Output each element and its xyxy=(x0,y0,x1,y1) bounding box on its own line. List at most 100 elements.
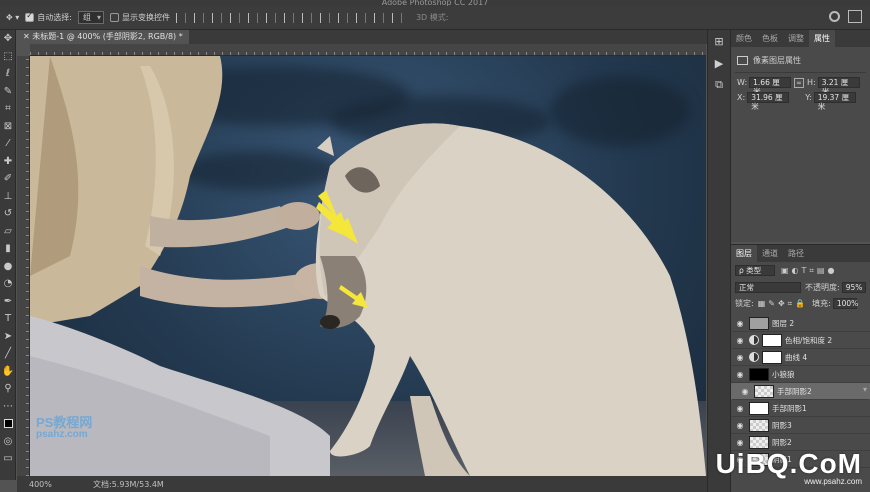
width-field[interactable]: 1.66 厘米 xyxy=(749,77,792,96)
layer-thumbnail[interactable] xyxy=(749,418,769,432)
dodge-tool-icon[interactable]: ◔ xyxy=(0,275,16,293)
visibility-eye-icon[interactable]: ◉ xyxy=(731,319,749,328)
move-tool-icon[interactable]: ✥ xyxy=(0,30,16,48)
visibility-eye-icon[interactable]: ◉ xyxy=(731,336,749,345)
shape-tool-icon[interactable]: ╱ xyxy=(0,345,16,363)
layer-name[interactable]: 小狼狼 xyxy=(772,369,795,380)
layer-name[interactable]: 手部阴影2 xyxy=(777,386,812,397)
layer-thumbnail[interactable] xyxy=(749,435,769,449)
history-brush-tool-icon[interactable]: ↺ xyxy=(0,205,16,223)
layer-row[interactable]: ◉ 色相/饱和度 2 xyxy=(731,332,870,349)
workspace-icon[interactable] xyxy=(848,10,862,23)
path-select-tool-icon[interactable]: ➤ xyxy=(0,328,16,346)
blend-mode-dropdown[interactable]: 正常 xyxy=(735,282,801,293)
x-field[interactable]: 31.96 厘米 xyxy=(747,92,790,111)
auto-select-dropdown[interactable]: 组 xyxy=(77,11,104,24)
visibility-eye-icon[interactable]: ◉ xyxy=(731,353,749,362)
height-field[interactable]: 3.21 厘米 xyxy=(817,77,860,96)
tab-swatches[interactable]: 色板 xyxy=(757,30,783,47)
screen-mode-icon[interactable]: ▭ xyxy=(0,450,16,468)
healing-brush-tool-icon[interactable]: ✚ xyxy=(0,153,16,171)
y-field[interactable]: 19.37 厘米 xyxy=(813,92,856,111)
distribute-right-icon[interactable] xyxy=(373,12,384,23)
play-actions-icon[interactable]: ▶ xyxy=(708,52,730,74)
move-tool-icon[interactable]: ✥ ▾ xyxy=(6,13,19,22)
layer-thumbnail[interactable] xyxy=(754,385,774,398)
layer-name[interactable]: 阴影2 xyxy=(772,437,792,448)
tab-properties[interactable]: 属性 xyxy=(809,30,835,47)
hand-tool-icon[interactable]: ✋ xyxy=(0,363,16,381)
lock-icons[interactable]: ▦✎✥⌗🔒 xyxy=(758,299,808,309)
clone-stamp-tool-icon[interactable]: ⊥ xyxy=(0,188,16,206)
document-size[interactable]: 文档:5.93M/53.4M xyxy=(93,479,164,490)
gradient-tool-icon[interactable]: ▮ xyxy=(0,240,16,258)
tab-channels[interactable]: 通道 xyxy=(757,245,783,262)
layer-row[interactable]: ◉ 曲线 4 xyxy=(731,349,870,366)
layer-name[interactable]: 图层 2 xyxy=(772,318,794,329)
layer-row[interactable]: ◉ 手部阴影1 xyxy=(731,400,870,417)
document-canvas[interactable] xyxy=(30,56,706,476)
eyedropper-tool-icon[interactable]: ⁄ xyxy=(0,135,16,153)
tab-layers[interactable]: 图层 xyxy=(731,245,757,262)
layer-name[interactable]: 阴影3 xyxy=(772,420,792,431)
fill-field[interactable]: 100% xyxy=(832,298,858,309)
document-tab[interactable]: ✕ 未标题-1 @ 400% (手部阴影2, RGB/8) * xyxy=(17,30,189,44)
type-tool-icon[interactable]: T xyxy=(0,310,16,328)
tab-paths[interactable]: 路径 xyxy=(783,245,809,262)
pen-tool-icon[interactable]: ✒ xyxy=(0,293,16,311)
visibility-eye-icon[interactable]: ◉ xyxy=(731,370,749,379)
search-icon[interactable] xyxy=(829,11,840,22)
visibility-eye-icon[interactable]: ◉ xyxy=(731,404,749,413)
distribute-center-icon[interactable] xyxy=(355,12,366,23)
zoom-level[interactable]: 400% xyxy=(17,480,57,489)
filter-icons[interactable]: ▣◐T⌗▤● xyxy=(781,266,837,276)
layer-name[interactable]: 色相/饱和度 2 xyxy=(785,335,832,346)
color-swatch-icon[interactable] xyxy=(0,415,16,433)
layer-row[interactable]: ◉ 手部阴影2 xyxy=(731,383,870,400)
layer-thumbnail[interactable] xyxy=(749,401,769,415)
lasso-tool-icon[interactable]: ℓ xyxy=(0,65,16,83)
auto-align-icon[interactable] xyxy=(391,12,402,23)
tab-adjustments[interactable]: 调整 xyxy=(783,30,809,47)
distribute-top-icon[interactable] xyxy=(283,12,294,23)
visibility-eye-icon[interactable]: ◉ xyxy=(736,386,754,397)
show-transform-checkbox[interactable]: 显示变换控件 xyxy=(109,12,170,23)
align-right-icon[interactable] xyxy=(265,12,276,23)
align-bottom-icon[interactable] xyxy=(211,12,222,23)
layer-thumbnail[interactable] xyxy=(762,333,782,347)
zoom-tool-icon[interactable]: ⚲ xyxy=(0,380,16,398)
align-center-icon[interactable] xyxy=(247,12,258,23)
distribute-middle-icon[interactable] xyxy=(301,12,312,23)
layer-name[interactable]: 曲线 4 xyxy=(785,352,807,363)
clone-source-icon[interactable]: ⧉ xyxy=(708,74,730,96)
quick-select-tool-icon[interactable]: ✎ xyxy=(0,83,16,101)
tab-color[interactable]: 颜色 xyxy=(731,30,757,47)
layer-thumbnail[interactable] xyxy=(749,367,769,381)
visibility-eye-icon[interactable]: ◉ xyxy=(731,438,749,447)
layer-row[interactable]: ◉ 阴影3 xyxy=(731,417,870,434)
layer-name[interactable]: 手部阴影1 xyxy=(772,403,807,414)
checkbox-icon[interactable] xyxy=(109,13,119,22)
distribute-left-icon[interactable] xyxy=(337,12,348,23)
ruler-horizontal[interactable] xyxy=(30,44,706,56)
layer-thumbnail[interactable] xyxy=(762,350,782,364)
visibility-eye-icon[interactable]: ◉ xyxy=(731,421,749,430)
frame-tool-icon[interactable]: ⊠ xyxy=(0,118,16,136)
layer-filter-dropdown[interactable]: ρ 类型 xyxy=(735,265,775,276)
eraser-tool-icon[interactable]: ▱ xyxy=(0,223,16,241)
blur-tool-icon[interactable]: ● xyxy=(0,258,16,276)
crop-tool-icon[interactable]: ⌗ xyxy=(0,100,16,118)
align-left-icon[interactable] xyxy=(229,12,240,23)
link-icon[interactable]: ∞ xyxy=(794,77,804,88)
layer-row[interactable]: ◉ 图层 2 xyxy=(731,315,870,332)
align-top-icon[interactable] xyxy=(175,12,186,23)
distribute-bottom-icon[interactable] xyxy=(319,12,330,23)
align-middle-icon[interactable] xyxy=(193,12,204,23)
close-icon[interactable]: ✕ xyxy=(23,32,32,41)
layer-thumbnail[interactable] xyxy=(749,316,769,330)
brush-tool-icon[interactable]: ✐ xyxy=(0,170,16,188)
history-icon[interactable]: ⊞ xyxy=(708,30,730,52)
quick-mask-icon[interactable]: ◎ xyxy=(0,433,16,451)
more-tools-icon[interactable]: ⋯ xyxy=(0,398,16,416)
opacity-field[interactable]: 95% xyxy=(841,282,866,293)
